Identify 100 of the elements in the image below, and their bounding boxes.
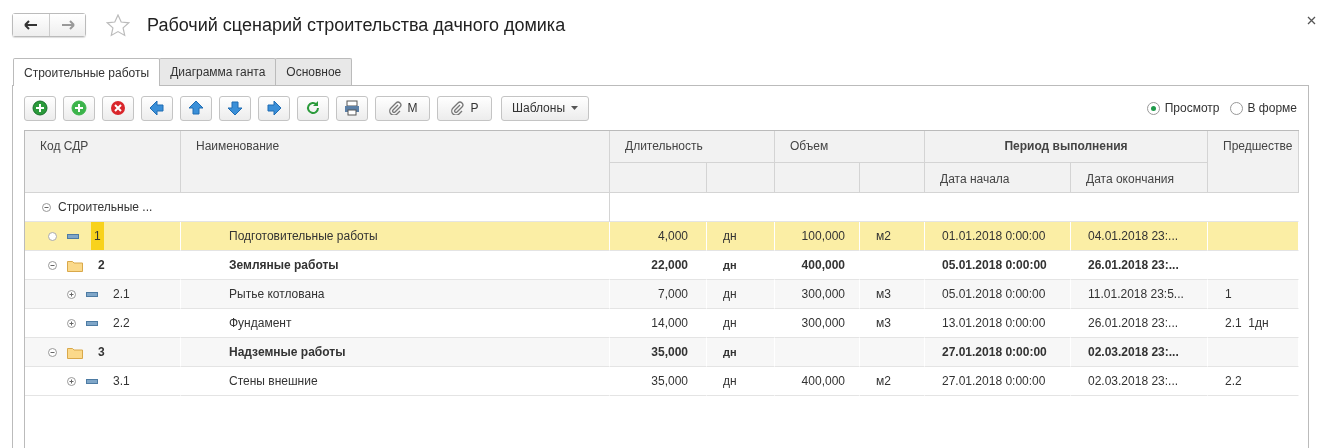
right-arrow-icon bbox=[266, 100, 282, 116]
expand-icon[interactable] bbox=[67, 318, 76, 328]
radio-option[interactable]: Просмотр bbox=[1146, 101, 1220, 115]
table-cell: 300,000 bbox=[801, 316, 845, 330]
table-cell: дн bbox=[723, 229, 737, 243]
down-arrow-icon bbox=[227, 100, 243, 116]
left-arrow-icon bbox=[149, 100, 165, 116]
tree-label: Строительные ... bbox=[58, 200, 153, 214]
table-cell: 02.03.2018 23:... bbox=[1088, 374, 1179, 388]
attach-button[interactable]: Р bbox=[437, 95, 492, 121]
table-cell: Стены внешние bbox=[229, 374, 318, 388]
table-cell: 27.01.2018 0:00:00 bbox=[942, 345, 1047, 359]
toolbar-button[interactable] bbox=[102, 95, 134, 121]
column-header[interactable]: Дата начала bbox=[925, 163, 1071, 193]
table-cell: 26.01.2018 23:... bbox=[1088, 258, 1179, 272]
tab[interactable]: Диаграмма ганта bbox=[159, 58, 277, 85]
collapse-icon[interactable] bbox=[48, 347, 57, 357]
caret-icon bbox=[571, 106, 579, 110]
table-cell: 1 bbox=[1225, 287, 1232, 301]
table-cell-text: 3 bbox=[97, 344, 106, 361]
column-header[interactable]: Дата окончания bbox=[1071, 163, 1208, 193]
print-icon bbox=[344, 100, 360, 116]
column-header[interactable]: Наименование bbox=[181, 131, 610, 193]
table-cell: 22,000 bbox=[651, 258, 688, 272]
column-header[interactable]: Период выполнения bbox=[925, 131, 1208, 163]
toolbar-button[interactable] bbox=[258, 95, 290, 121]
table-cell: 05.01.2018 0:00:00 bbox=[942, 287, 1046, 301]
table-cell: м2 bbox=[876, 229, 891, 243]
refresh-icon bbox=[305, 100, 321, 116]
forward-arrow-icon bbox=[60, 20, 75, 30]
close-icon[interactable] bbox=[1307, 16, 1316, 25]
back-arrow-icon bbox=[24, 20, 38, 30]
attach-button[interactable]: М bbox=[375, 95, 430, 121]
table-cell: 13.01.2018 0:00:00 bbox=[942, 316, 1046, 330]
toolbar-button[interactable] bbox=[336, 95, 368, 121]
table-cell: Земляные работы bbox=[229, 258, 339, 272]
table-cell: 01.01.2018 0:00:00 bbox=[942, 229, 1046, 243]
table-cell: дн bbox=[723, 346, 737, 358]
column-header bbox=[860, 163, 925, 193]
paperclip-icon bbox=[450, 101, 465, 115]
table-cell: 300,000 bbox=[801, 287, 845, 301]
table-cell: Подготовительные работы bbox=[229, 229, 378, 243]
templates-button[interactable]: Шаблоны bbox=[501, 95, 589, 121]
toolbar-button[interactable] bbox=[141, 95, 173, 121]
tab[interactable]: Основное bbox=[275, 58, 353, 85]
column-header[interactable]: Предшестве bbox=[1208, 131, 1299, 193]
table-cell: дн bbox=[723, 316, 737, 330]
table-cell-text: 2.1 bbox=[112, 286, 131, 303]
table-cell: дн bbox=[723, 374, 737, 388]
paperclip-icon bbox=[387, 101, 402, 115]
expand-icon[interactable] bbox=[67, 376, 76, 386]
collapse-icon[interactable] bbox=[48, 260, 57, 270]
table-cell: 04.01.2018 23:... bbox=[1088, 229, 1179, 243]
table-cell: м2 bbox=[876, 374, 891, 388]
tab[interactable]: Строительные работы bbox=[13, 58, 161, 86]
table-cell: Фундамент bbox=[229, 316, 292, 330]
column-header bbox=[707, 163, 775, 193]
radio-option[interactable]: В форме bbox=[1229, 101, 1297, 115]
table-cell: 27.01.2018 0:00:00 bbox=[942, 374, 1046, 388]
leaf-marker-icon bbox=[48, 231, 57, 241]
table-row[interactable]: 2.1 Рытье котлована 7,000 дн 300,000 м3 05.01.2018 0:00:00 11.01.2018 23:5... 1 bbox=[25, 280, 1299, 309]
table-cell: 14,000 bbox=[651, 316, 688, 330]
back-button[interactable] bbox=[13, 14, 49, 36]
toolbar-button[interactable] bbox=[219, 95, 251, 121]
column-header[interactable]: Код СДР bbox=[25, 131, 181, 193]
toolbar-button[interactable] bbox=[63, 95, 95, 121]
table-cell: 02.03.2018 23:... bbox=[1088, 345, 1179, 359]
table-cell: 11.01.2018 23:5... bbox=[1088, 287, 1184, 301]
table-cell-text: 2.2 bbox=[112, 315, 131, 332]
table-row[interactable]: 3 Надземные работы 35,000 дн 27.01.2018 0:00:00 02.03.2018 23:... bbox=[25, 338, 1299, 367]
table-cell: Рытье котлована bbox=[229, 287, 325, 301]
expand-icon[interactable] bbox=[67, 289, 76, 299]
table-cell: м3 bbox=[876, 287, 891, 301]
collapse-icon[interactable] bbox=[42, 202, 51, 212]
star-icon[interactable] bbox=[106, 13, 130, 37]
table-cell-text: 2 bbox=[97, 257, 106, 274]
toolbar-button[interactable] bbox=[180, 95, 212, 121]
table-cell: 4,000 bbox=[657, 229, 688, 243]
table-cell: дн bbox=[723, 287, 737, 301]
table-cell: 35,000 bbox=[651, 374, 688, 388]
table-cell: 05.01.2018 0:00:00 bbox=[942, 258, 1047, 272]
column-header[interactable]: Длительность bbox=[610, 131, 775, 163]
table-cell: 7,000 bbox=[657, 287, 688, 301]
column-header[interactable]: Объем bbox=[775, 131, 925, 163]
toolbar-button[interactable] bbox=[24, 95, 56, 121]
table-cell: Надземные работы bbox=[229, 345, 346, 359]
add-icon bbox=[32, 100, 48, 116]
table-cell: 2.1 1дн bbox=[1225, 316, 1269, 330]
table-cell: 2.2 bbox=[1225, 374, 1242, 388]
window-title: Рабочий сценарий строительства дачного домика bbox=[147, 14, 566, 36]
toolbar-button[interactable] bbox=[297, 95, 329, 121]
table-cell: 1 bbox=[91, 222, 104, 250]
up-arrow-icon bbox=[188, 100, 204, 116]
table-row[interactable]: 1 Подготовительные работы 4,000 дн 100,000 м2 01.01.2018 0:00:00 04.01.2018 23:... bbox=[25, 222, 1299, 251]
table-cell: 400,000 bbox=[801, 258, 845, 272]
table-cell: м3 bbox=[876, 316, 891, 330]
table-cell: 400,000 bbox=[801, 374, 845, 388]
add-icon bbox=[71, 100, 87, 116]
delete-icon bbox=[110, 100, 126, 116]
table-cell: 26.01.2018 23:... bbox=[1088, 316, 1179, 330]
